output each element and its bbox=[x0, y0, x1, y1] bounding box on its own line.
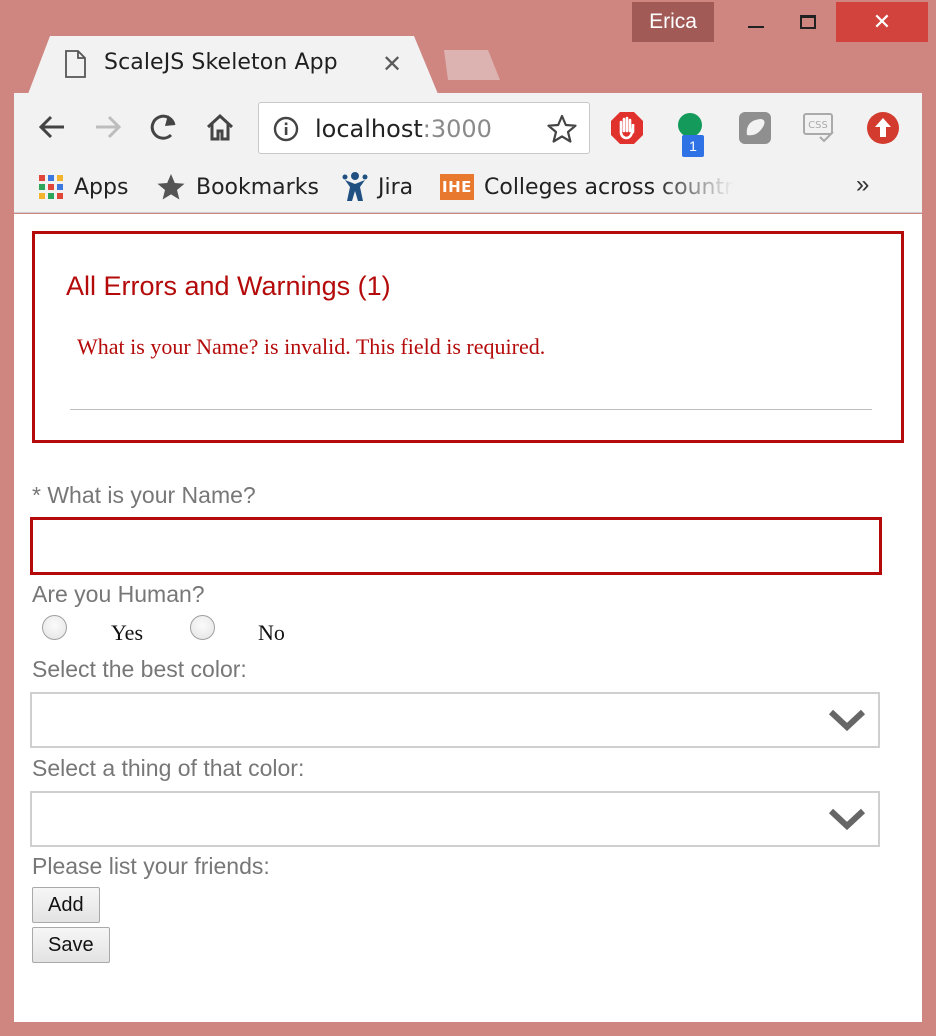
url-host: localhost bbox=[315, 115, 423, 143]
bookmark-bookmarks[interactable]: Bookmarks bbox=[156, 169, 319, 205]
jira-icon bbox=[342, 171, 368, 203]
adblock-hand-icon[interactable] bbox=[610, 111, 644, 145]
error-summary-title: All Errors and Warnings (1) bbox=[66, 271, 391, 301]
address-bar[interactable]: localhost:3000 bbox=[258, 102, 590, 154]
info-icon[interactable] bbox=[273, 116, 299, 142]
name-input[interactable] bbox=[30, 517, 882, 575]
screenshot-extension-icon[interactable] bbox=[738, 111, 772, 145]
page-content: All Errors and Warnings (1) What is your… bbox=[14, 214, 922, 1022]
url-port: :3000 bbox=[422, 115, 492, 143]
bookmark-jira[interactable]: Jira bbox=[342, 169, 413, 205]
radio-yes-label[interactable]: Yes bbox=[111, 620, 143, 646]
tab-active[interactable]: ScaleJS Skeleton App ✕ bbox=[28, 36, 438, 94]
human-label: Are you Human? bbox=[32, 581, 205, 607]
browser-toolbar: localhost:3000 CSS bbox=[14, 93, 922, 163]
css-viewer-label: CSS bbox=[808, 120, 828, 131]
color-select[interactable] bbox=[30, 692, 880, 748]
url-text[interactable]: localhost:3000 bbox=[315, 115, 492, 143]
home-icon[interactable] bbox=[204, 111, 236, 143]
bookmarks-bar: Apps Bookmarks Jira IHE Colleges across … bbox=[14, 163, 922, 213]
chevron-down-icon bbox=[828, 709, 866, 732]
color-label: Select the best color: bbox=[32, 656, 247, 682]
radio-no[interactable] bbox=[190, 615, 215, 640]
minimize-icon bbox=[748, 26, 764, 28]
upload-arrow-icon[interactable] bbox=[866, 111, 900, 145]
back-arrow-icon[interactable] bbox=[36, 111, 68, 143]
error-message: What is your Name? is invalid. This fiel… bbox=[77, 334, 546, 359]
apps-grid-icon bbox=[38, 174, 64, 200]
bookmarks-overflow-chevron-icon[interactable]: » bbox=[856, 171, 869, 199]
thing-select[interactable] bbox=[30, 791, 880, 847]
minimize-button[interactable] bbox=[726, 2, 786, 42]
thing-label: Select a thing of that color: bbox=[32, 755, 305, 781]
bookmark-overflow-fade bbox=[654, 171, 734, 203]
friends-label: Please list your friends: bbox=[32, 853, 270, 879]
bookmark-apps[interactable]: Apps bbox=[38, 169, 128, 205]
maximize-icon bbox=[800, 15, 816, 29]
bookmark-label: Bookmarks bbox=[196, 174, 319, 200]
maximize-button[interactable] bbox=[778, 2, 838, 42]
extension-badge-count: 1 bbox=[682, 135, 704, 157]
reload-icon[interactable] bbox=[148, 111, 180, 143]
add-friend-button[interactable]: Add bbox=[32, 887, 100, 923]
radio-no-label[interactable]: No bbox=[258, 620, 285, 646]
ihe-icon: IHE bbox=[440, 174, 474, 200]
error-divider bbox=[70, 409, 872, 410]
star-icon bbox=[156, 172, 186, 202]
chevron-down-icon bbox=[828, 808, 866, 831]
radio-yes[interactable] bbox=[42, 615, 67, 640]
profile-badge[interactable]: Erica bbox=[632, 2, 714, 42]
css-viewer-icon[interactable]: CSS bbox=[802, 111, 836, 145]
close-icon: ✕ bbox=[872, 9, 892, 35]
forward-arrow-icon[interactable] bbox=[92, 111, 124, 143]
close-window-button[interactable]: ✕ bbox=[836, 2, 928, 42]
tab-close-icon[interactable]: ✕ bbox=[382, 50, 402, 78]
bookmark-label: Jira bbox=[378, 174, 414, 200]
save-button[interactable]: Save bbox=[32, 927, 110, 963]
bookmark-star-icon[interactable] bbox=[547, 114, 577, 144]
new-tab-button[interactable] bbox=[444, 50, 500, 80]
bookmark-label: Apps bbox=[74, 174, 129, 200]
error-summary-box: All Errors and Warnings (1) What is your… bbox=[32, 231, 904, 443]
tab-title: ScaleJS Skeleton App bbox=[104, 50, 338, 75]
document-icon bbox=[65, 50, 86, 78]
name-label: * What is your Name? bbox=[32, 482, 256, 508]
